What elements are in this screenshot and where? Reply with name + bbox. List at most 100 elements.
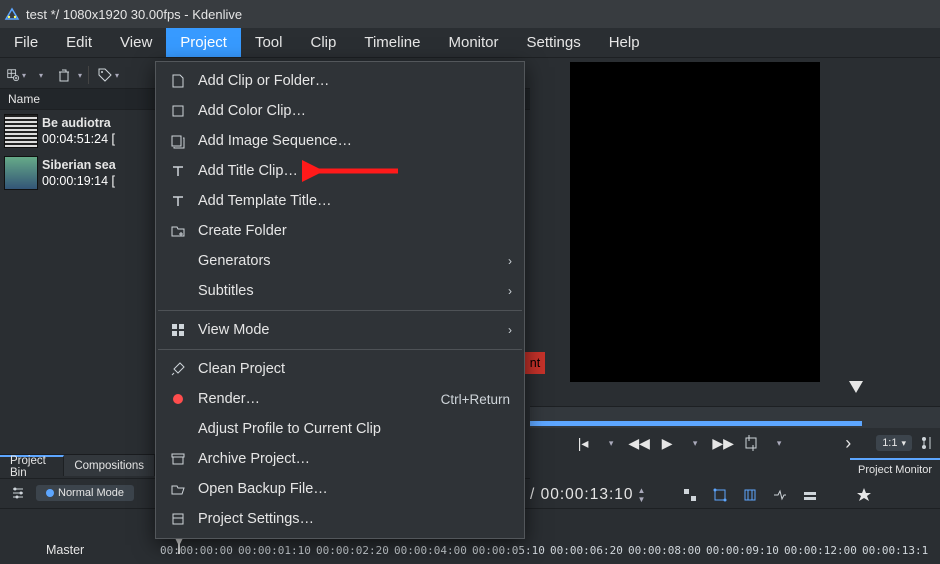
tab-project-monitor[interactable]: Project Monitor — [850, 458, 940, 480]
ruler-tick: 00:00:12:00 — [784, 544, 862, 557]
play-button[interactable]: ▶ — [655, 432, 679, 454]
menu-item-label: Subtitles — [198, 283, 510, 299]
tab-project-bin[interactable]: Project Bin — [0, 455, 64, 476]
menu-tool[interactable]: Tool — [241, 28, 297, 57]
menu-item-label: Add Template Title… — [198, 193, 510, 209]
rewind-button[interactable]: ◀◀ — [627, 432, 651, 454]
chevron-down-icon[interactable]: ▾ — [767, 432, 791, 454]
blank-icon — [170, 283, 186, 299]
divider — [88, 66, 89, 84]
menu-item-label: Clean Project — [198, 361, 510, 377]
menu-item[interactable]: Create Folder — [156, 216, 524, 246]
ruler-tick: 00:00:09:10 — [706, 544, 784, 557]
menu-timeline[interactable]: Timeline — [350, 28, 434, 57]
menu-item[interactable]: Subtitles› — [156, 276, 524, 306]
menu-bar: FileEditViewProjectToolClipTimelineMonit… — [0, 28, 940, 58]
submenu-arrow-icon: › — [508, 284, 512, 298]
monitor-panel: |◂ ▾ ◀◀ ▶ ▾ ▶▶ ▾ › 1:1 ▾ Project Monitor — [530, 62, 940, 480]
menu-item[interactable]: View Mode› — [156, 315, 524, 345]
menu-separator — [158, 349, 522, 350]
menu-item-label: Adjust Profile to Current Clip — [198, 421, 510, 437]
menu-item[interactable]: Open Backup File… — [156, 474, 524, 504]
menu-item[interactable]: Render…Ctrl+Return — [156, 384, 524, 414]
ruler-tick: 00:00:06:20 — [550, 544, 628, 557]
menu-file[interactable]: File — [0, 28, 52, 57]
next-button[interactable]: › — [836, 432, 860, 454]
menu-monitor[interactable]: Monitor — [434, 28, 512, 57]
ruler-tick: 00:00:02:20 — [316, 544, 394, 557]
menu-item-label: Open Backup File… — [198, 481, 510, 497]
blank-icon — [170, 421, 186, 437]
tool-icon-4[interactable] — [770, 485, 790, 505]
favorite-icon[interactable] — [854, 485, 874, 505]
record-icon — [170, 391, 186, 407]
menu-view[interactable]: View — [106, 28, 166, 57]
tool-icon-5[interactable] — [800, 485, 820, 505]
ruler-tick: 00:00:00:00 — [160, 544, 238, 557]
menu-item[interactable]: Add Image Sequence… — [156, 126, 524, 156]
menu-item[interactable]: Add Template Title… — [156, 186, 524, 216]
menu-help[interactable]: Help — [595, 28, 654, 57]
options-icon[interactable]: ▾ — [30, 65, 50, 85]
menu-item[interactable]: Add Clip or Folder… — [156, 66, 524, 96]
video-preview — [570, 62, 820, 382]
menu-project[interactable]: Project — [166, 28, 241, 57]
clip-duration: 00:04:51:24 [ — [42, 131, 115, 147]
chevron-down-icon[interactable]: ▾ — [599, 432, 623, 454]
menu-item[interactable]: Generators› — [156, 246, 524, 276]
delete-icon[interactable] — [54, 65, 74, 85]
ruler-tick: 00:00:01:10 — [238, 544, 316, 557]
clip-thumbnail — [4, 156, 38, 190]
clip-item[interactable]: Siberian sea00:00:19:14 [ — [0, 152, 155, 194]
menu-item[interactable]: Clean Project — [156, 354, 524, 384]
app-icon — [4, 6, 20, 22]
menu-settings[interactable]: Settings — [513, 28, 595, 57]
menu-item-label: Generators — [198, 253, 510, 269]
submenu-arrow-icon: › — [508, 323, 512, 337]
clip-item[interactable]: Be audiotra00:04:51:24 [ — [0, 110, 155, 152]
timeline-ruler[interactable]: Master 00:00:00:0000:00:01:1000:00:02:20… — [0, 536, 940, 564]
audio-settings-icon[interactable] — [916, 432, 940, 454]
chevron-down-icon[interactable]: ▾ — [683, 432, 707, 454]
column-name: Name — [8, 92, 40, 106]
tag-icon[interactable] — [95, 65, 115, 85]
monitor-ruler[interactable] — [530, 406, 940, 428]
color-icon — [170, 103, 186, 119]
menu-item[interactable]: Add Title Clip… — [156, 156, 524, 186]
tool-icon-3[interactable] — [740, 485, 760, 505]
file-icon — [170, 73, 186, 89]
prev-keyframe-button[interactable]: |◂ — [571, 432, 595, 454]
project-menu-dropdown: Add Clip or Folder… Add Color Clip… Add Im… — [155, 61, 525, 539]
menu-item[interactable]: Adjust Profile to Current Clip — [156, 414, 524, 444]
forward-button[interactable]: ▶▶ — [711, 432, 735, 454]
clip-name: Be audiotra — [42, 115, 115, 131]
window-title: test */ 1080x1920 30.00fps - Kdenlive — [26, 7, 242, 22]
menu-item[interactable]: Project Settings… — [156, 504, 524, 534]
menu-clip[interactable]: Clip — [297, 28, 351, 57]
nt-marker: nt — [525, 352, 545, 374]
menu-edit[interactable]: Edit — [52, 28, 106, 57]
menu-item-label: Add Image Sequence… — [198, 133, 510, 149]
tool-icon-1[interactable] — [680, 485, 700, 505]
submenu-arrow-icon: › — [508, 254, 512, 268]
clip-thumbnail — [4, 114, 38, 148]
menu-item-label: Add Title Clip… — [198, 163, 510, 179]
menu-item[interactable]: Add Color Clip… — [156, 96, 524, 126]
menu-item[interactable]: Archive Project… — [156, 444, 524, 474]
title-bar: test */ 1080x1920 30.00fps - Kdenlive — [0, 0, 940, 28]
menu-item-label: Create Folder — [198, 223, 510, 239]
menu-separator — [158, 310, 522, 311]
menu-item-label: View Mode — [198, 322, 510, 338]
add-clip-icon[interactable]: ▾ — [6, 65, 26, 85]
clip-name: Siberian sea — [42, 157, 116, 173]
menu-item-label: Add Color Clip… — [198, 103, 510, 119]
menu-shortcut: Ctrl+Return — [441, 392, 510, 407]
crop-button[interactable] — [739, 432, 763, 454]
settings-icon — [170, 511, 186, 527]
timecode-duration: / 00:00:13:10 — [530, 486, 634, 504]
tool-icon-2[interactable] — [710, 485, 730, 505]
monitor-canvas — [530, 62, 940, 406]
zoom-chip[interactable]: 1:1 ▾ — [876, 435, 912, 451]
archive-icon — [170, 451, 186, 467]
tab-compositions[interactable]: Compositions — [64, 455, 155, 476]
